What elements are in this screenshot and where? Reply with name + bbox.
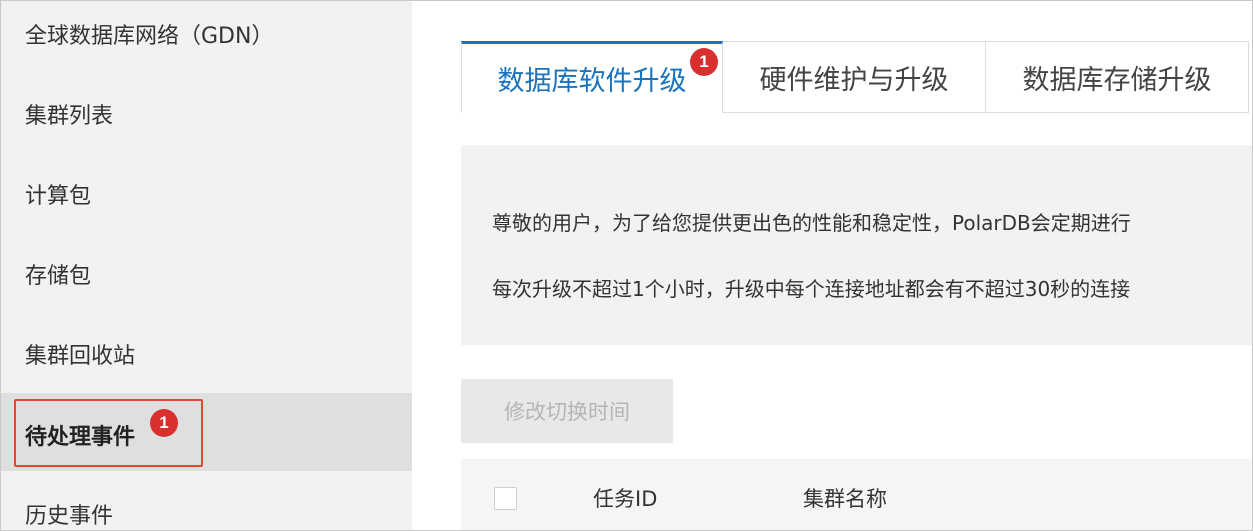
sidebar-item-cluster-list[interactable]: 集群列表 [1, 75, 412, 153]
notice-line-1: 尊敬的用户，为了给您提供更出色的性能和稳定性，PolarDB会定期进行 [492, 211, 1131, 235]
table-header: 任务ID 集群名称 [461, 459, 1252, 530]
notice-line-2: 每次升级不超过1个小时，升级中每个连接地址都会有不超过30秒的连接 [492, 277, 1131, 301]
sidebar-item-label: 历史事件 [25, 504, 114, 529]
tab-label: 数据库存储升级 [1022, 64, 1212, 96]
tab-database-software-upgrade[interactable]: 数据库软件升级 1 [461, 41, 723, 113]
sidebar-item-recycle-bin[interactable]: 集群回收站 [1, 315, 412, 393]
tab-database-storage-upgrade[interactable]: 数据库存储升级 [986, 41, 1249, 113]
sidebar-item-history-events[interactable]: 历史事件 [1, 475, 412, 530]
window-frame: 全球数据库网络（GDN） 集群列表 计算包 存储包 集群回收站 待处理事件 1 … [0, 0, 1253, 531]
tab-hardware-maintenance-upgrade[interactable]: 硬件维护与升级 [723, 41, 986, 113]
tab-label: 硬件维护与升级 [759, 64, 949, 96]
pending-events-count-badge: 1 [150, 409, 178, 437]
column-header-task-id[interactable]: 任务ID [593, 483, 657, 513]
event-type-tabs: 数据库软件升级 1 硬件维护与升级 数据库存储升级 [461, 41, 1249, 113]
main-content: 数据库软件升级 1 硬件维护与升级 数据库存储升级 尊敬的用户，为了给您提供更出… [412, 1, 1252, 530]
tab-label: 数据库软件升级 [497, 65, 687, 97]
sidebar-item-storage-package[interactable]: 存储包 [1, 235, 412, 313]
column-header-cluster-name[interactable]: 集群名称 [803, 483, 887, 513]
sidebar-item-label: 存储包 [25, 264, 92, 289]
sidebar-item-label: 全球数据库网络（GDN） [25, 24, 274, 49]
sidebar-item-label: 计算包 [25, 184, 92, 209]
sidebar-item-compute-package[interactable]: 计算包 [1, 155, 412, 233]
upgrade-notice: 尊敬的用户，为了给您提供更出色的性能和稳定性，PolarDB会定期进行 每次升级… [461, 145, 1252, 345]
sidebar-item-pending-events[interactable]: 待处理事件 [1, 393, 412, 471]
sidebar-item-gdn[interactable]: 全球数据库网络（GDN） [1, 1, 412, 73]
sidebar-item-label: 集群列表 [25, 104, 114, 129]
sidebar-item-label: 集群回收站 [25, 344, 136, 369]
sidebar: 全球数据库网络（GDN） 集群列表 计算包 存储包 集群回收站 待处理事件 1 … [1, 1, 412, 530]
select-all-checkbox[interactable] [494, 487, 517, 510]
sidebar-item-label: 待处理事件 [25, 425, 136, 450]
modify-switch-time-button[interactable]: 修改切换时间 [461, 379, 673, 443]
tab-count-badge: 1 [690, 48, 718, 76]
